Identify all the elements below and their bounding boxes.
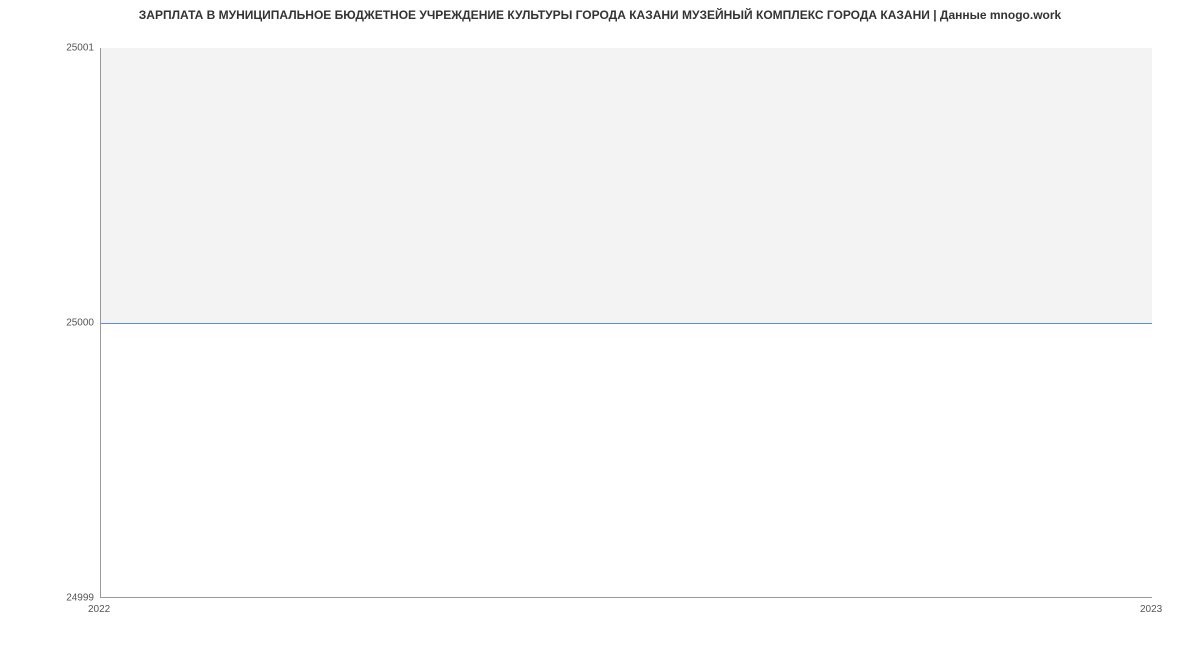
y-tick-label: 25001	[66, 43, 94, 54]
plot-area	[100, 48, 1152, 598]
y-tick-label: 25000	[66, 318, 94, 329]
x-tick-label: 2023	[1140, 604, 1162, 615]
x-tick-label: 2022	[88, 604, 110, 615]
chart-title: ЗАРПЛАТА В МУНИЦИПАЛЬНОЕ БЮДЖЕТНОЕ УЧРЕЖ…	[0, 8, 1200, 22]
plot-background-band	[101, 48, 1152, 323]
y-tick-label: 24999	[66, 593, 94, 604]
data-line	[101, 323, 1152, 324]
